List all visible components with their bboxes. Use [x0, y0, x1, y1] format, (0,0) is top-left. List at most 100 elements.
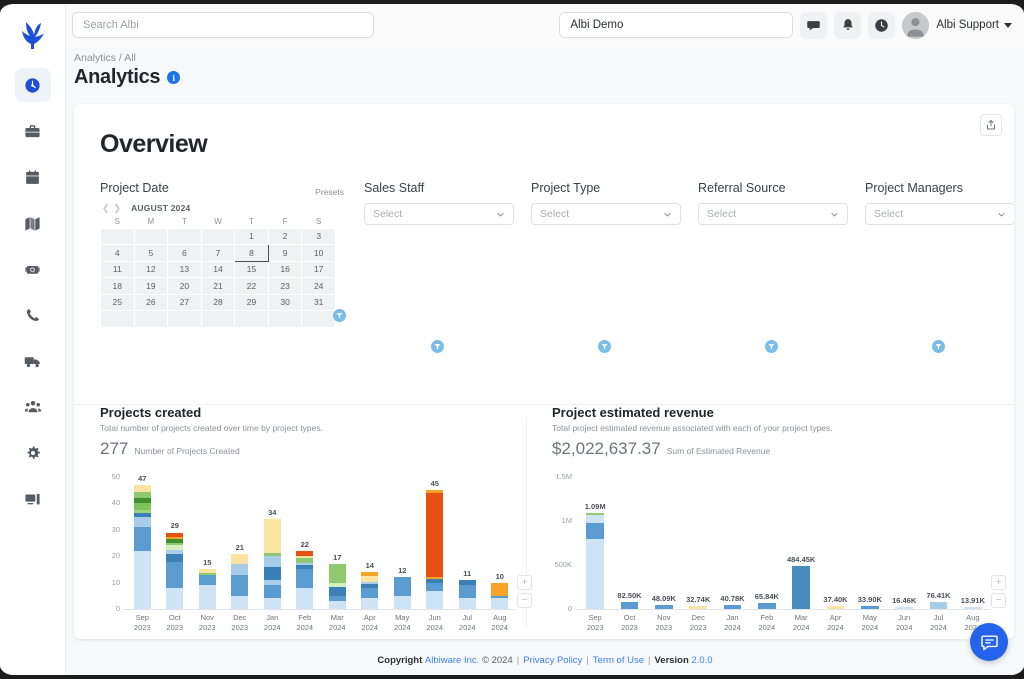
bar-0-5[interactable]	[296, 551, 313, 609]
breadcrumb[interactable]: Analytics / All	[66, 46, 1024, 64]
sidebar-item-dashboard[interactable]	[15, 68, 51, 102]
sidebar-item-jobs[interactable]	[15, 114, 51, 148]
calendar-day-19[interactable]: 19	[134, 278, 168, 295]
calendar-day-17[interactable]: 17	[302, 261, 336, 278]
calendar-day-9[interactable]: 9	[268, 245, 302, 262]
bar-1-11[interactable]	[964, 607, 982, 609]
calendar-day-25[interactable]: 25	[101, 294, 135, 311]
bar-0-2[interactable]	[199, 569, 216, 609]
calendar-day-11[interactable]: 11	[101, 261, 135, 278]
bar-1-3[interactable]	[689, 606, 707, 609]
search-input[interactable]: Search Albi	[72, 12, 374, 38]
calendar-day-21[interactable]: 21	[201, 278, 235, 295]
bar-0-8[interactable]	[394, 577, 411, 609]
filter-pin-referral-source[interactable]	[765, 340, 778, 353]
calendar-next-icon[interactable]: ❯	[114, 204, 122, 213]
calendar-day-18[interactable]: 18	[101, 278, 135, 295]
calendar-day-4[interactable]: 4	[101, 245, 135, 262]
calendar-day-2[interactable]: 2	[268, 228, 302, 245]
calendar-day-8[interactable]: 8	[235, 245, 269, 262]
calendar-day-30[interactable]: 30	[268, 294, 302, 311]
calendar-day-16[interactable]: 16	[268, 261, 302, 278]
filter-pin-sales-staff[interactable]	[431, 340, 444, 353]
avatar[interactable]	[902, 12, 929, 39]
chart-zoom-in-1[interactable]: +	[991, 575, 1006, 590]
sidebar-item-settings[interactable]	[15, 436, 51, 470]
bar-0-10[interactable]	[459, 580, 476, 609]
bar-1-0[interactable]	[586, 513, 604, 609]
bar-0-9[interactable]	[426, 490, 443, 609]
chat-support-button[interactable]	[970, 623, 1008, 661]
calendar-day-23[interactable]: 23	[268, 278, 302, 295]
sidebar-item-fleet[interactable]	[15, 344, 51, 378]
albi-logo-icon[interactable]	[16, 18, 50, 52]
x-axis-tick-1-3: Dec2023	[681, 613, 715, 632]
sidebar-item-map[interactable]	[15, 206, 51, 240]
calendar-day-12[interactable]: 12	[134, 261, 168, 278]
project-managers-select[interactable]: Select	[865, 203, 1014, 225]
bar-1-7[interactable]	[827, 606, 845, 609]
bar-1-5[interactable]	[758, 603, 776, 609]
bar-0-7[interactable]	[361, 572, 378, 609]
sidebar-item-team[interactable]	[15, 390, 51, 424]
calendar-day-10[interactable]: 10	[302, 245, 336, 262]
chart-zoom-in-0[interactable]: +	[517, 575, 532, 590]
presets-button[interactable]: Presets	[315, 187, 344, 197]
filter-pin-project-type[interactable]	[598, 340, 611, 353]
calendar-day-1[interactable]: 1	[235, 228, 269, 245]
filter-pin-project-managers[interactable]	[932, 340, 945, 353]
bar-stack	[586, 513, 604, 609]
bar-0-6[interactable]	[329, 564, 346, 609]
bar-1-2[interactable]	[655, 605, 673, 609]
user-menu[interactable]: Albi Support	[936, 19, 1012, 31]
calendar-day-6[interactable]: 6	[168, 245, 202, 262]
calendar-day-26[interactable]: 26	[134, 294, 168, 311]
monitor-icon	[24, 491, 41, 508]
referral-source-select[interactable]: Select	[698, 203, 848, 225]
bar-1-9[interactable]	[895, 607, 913, 609]
calendar-day-13[interactable]: 13	[168, 261, 202, 278]
recent-activity-button[interactable]	[868, 12, 895, 39]
footer-version-value[interactable]: 2.0.0	[691, 655, 712, 666]
bar-0-3[interactable]	[231, 554, 248, 609]
bar-1-1[interactable]	[621, 602, 639, 609]
bar-0-4[interactable]	[264, 519, 281, 609]
chat-icon-button[interactable]	[800, 12, 827, 39]
calendar-prev-icon[interactable]: ❮	[102, 204, 110, 213]
calendar-day-14[interactable]: 14	[201, 261, 235, 278]
bar-1-4[interactable]	[724, 605, 742, 609]
info-icon[interactable]: i	[167, 71, 180, 84]
project-type-select[interactable]: Select	[531, 203, 681, 225]
calendar-day-31[interactable]: 31	[302, 294, 336, 311]
footer-company-link[interactable]: Albiware Inc.	[425, 655, 479, 666]
chart-zoom-out-1[interactable]: −	[991, 593, 1006, 608]
calendar-day-29[interactable]: 29	[235, 294, 269, 311]
sidebar-item-photos[interactable]	[15, 252, 51, 286]
sales-staff-select[interactable]: Select	[364, 203, 514, 225]
bar-0-11[interactable]	[491, 583, 508, 609]
calendar-day-28[interactable]: 28	[201, 294, 235, 311]
filter-pin-project-date[interactable]	[333, 309, 346, 322]
calendar-day-27[interactable]: 27	[168, 294, 202, 311]
calendar-day-24[interactable]: 24	[302, 278, 336, 295]
sidebar-item-calendar[interactable]	[15, 160, 51, 194]
sidebar-item-devices[interactable]	[15, 482, 51, 516]
sidebar-item-calls[interactable]	[15, 298, 51, 332]
footer-terms-link[interactable]: Term of Use	[593, 655, 644, 666]
bar-0-0[interactable]	[134, 485, 151, 609]
calendar-day-20[interactable]: 20	[168, 278, 202, 295]
calendar-day-15[interactable]: 15	[235, 261, 269, 278]
calendar-day-3[interactable]: 3	[302, 228, 336, 245]
bar-1-10[interactable]	[930, 602, 948, 609]
footer-privacy-link[interactable]: Privacy Policy	[523, 655, 582, 666]
calendar-day-7[interactable]: 7	[201, 245, 235, 262]
workspace-selector[interactable]: Albi Demo	[559, 12, 793, 38]
notifications-button[interactable]	[834, 12, 861, 39]
calendar-day-5[interactable]: 5	[134, 245, 168, 262]
share-export-button[interactable]	[980, 114, 1002, 136]
calendar-day-22[interactable]: 22	[235, 278, 269, 295]
bar-1-8[interactable]	[861, 606, 879, 609]
bar-1-6[interactable]	[792, 566, 810, 609]
chart-zoom-out-0[interactable]: −	[517, 593, 532, 608]
bar-0-1[interactable]	[166, 532, 183, 609]
